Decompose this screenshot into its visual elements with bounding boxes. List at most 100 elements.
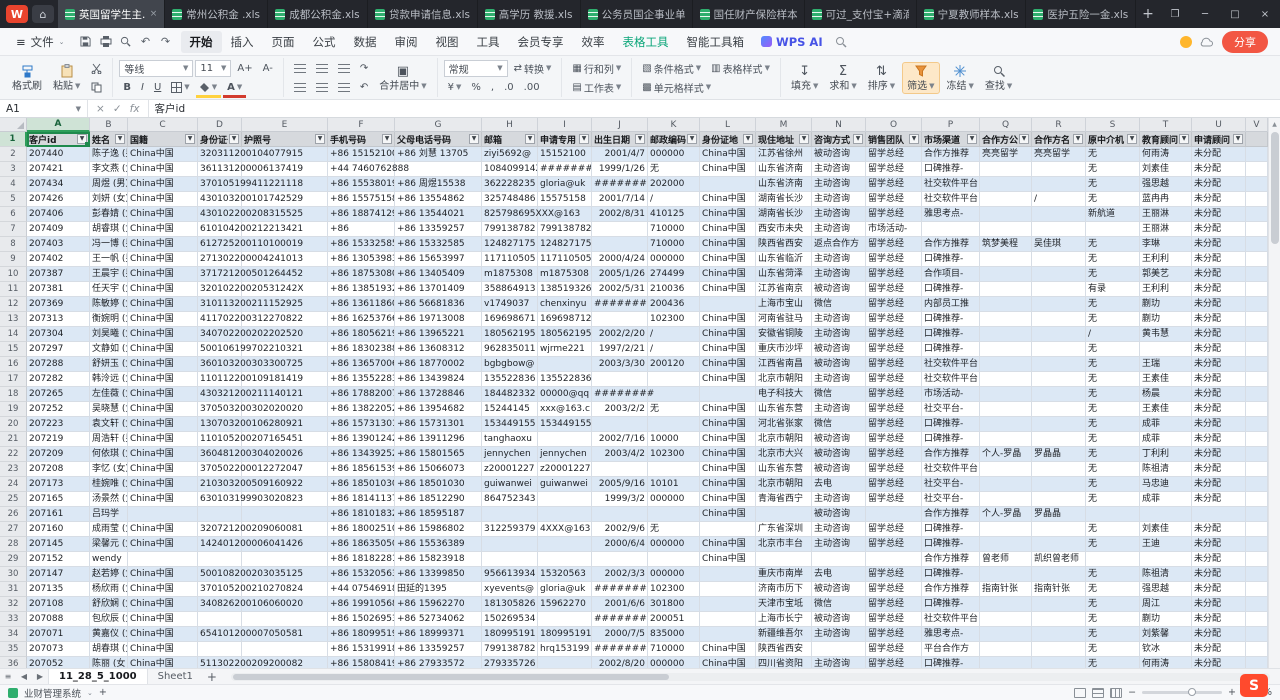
cell[interactable] <box>648 507 700 522</box>
cell[interactable]: 无 <box>1086 372 1140 387</box>
cell[interactable]: 630103199903020823 <box>198 492 242 507</box>
cell[interactable]: 102300 <box>648 447 700 462</box>
cell[interactable]: / <box>648 327 700 342</box>
cell[interactable]: 142401200006041426 <box>198 537 242 552</box>
cell[interactable]: hrq153199 <box>538 642 592 657</box>
cell[interactable]: 180995191 <box>482 627 538 642</box>
cell[interactable]: 710000 <box>648 222 700 237</box>
cell[interactable]: 10000 <box>648 432 700 447</box>
filter-button[interactable]: ▼ <box>743 134 753 144</box>
cell[interactable]: 799138782 <box>482 222 538 237</box>
cell[interactable]: 未分配 <box>1192 537 1246 552</box>
row-header[interactable]: 22 <box>0 447 27 462</box>
cell[interactable]: +86 18182281 <box>328 552 395 567</box>
cell[interactable]: 无 <box>1086 402 1140 417</box>
header-cell[interactable]: 护照号▼ <box>242 132 328 147</box>
cell[interactable]: 吴晓慧 (女 <box>90 402 128 417</box>
align-middle-icon[interactable] <box>312 60 332 77</box>
cell[interactable]: 合作方推荐 <box>922 237 980 252</box>
format-painter-button[interactable]: 格式刷 <box>8 63 46 93</box>
cell[interactable]: 2002/8/20 <box>592 657 648 668</box>
menu-item[interactable]: 审阅 <box>386 31 427 53</box>
cell[interactable]: 15244145 <box>482 402 538 417</box>
cell[interactable] <box>1246 597 1268 612</box>
file-tab[interactable]: 成都公积金.xlsx <box>268 0 368 28</box>
cell[interactable]: 口碑推荐- <box>922 417 980 432</box>
horizontal-scrollbar[interactable] <box>231 673 1270 681</box>
cell[interactable]: 1999/1/26 <box>592 162 648 177</box>
cell[interactable]: 江西省南昌 <box>756 357 812 372</box>
cell[interactable] <box>980 372 1032 387</box>
cell[interactable]: 无 <box>1086 492 1140 507</box>
file-tab[interactable]: 英国留学生主...× <box>58 0 165 28</box>
cell[interactable]: 410125 <box>648 207 700 222</box>
name-box[interactable]: A1 ▼ <box>0 100 88 117</box>
cell[interactable]: 未分配 <box>1192 147 1246 162</box>
cancel-icon[interactable]: × <box>96 103 105 115</box>
cell[interactable]: 2002/3/3 <box>592 567 648 582</box>
cell[interactable]: 000000 <box>648 492 700 507</box>
cell[interactable]: 361131200006137419 <box>198 162 242 177</box>
cell[interactable]: China中国 <box>128 252 198 267</box>
cell[interactable]: 未分配 <box>1192 417 1246 432</box>
cell[interactable]: 梁馨元 (女 <box>90 537 128 552</box>
print-icon[interactable] <box>97 33 115 51</box>
cell[interactable]: 207265 <box>27 387 90 402</box>
cell[interactable]: +86 刘慧 13705 <box>395 147 482 162</box>
cell[interactable] <box>1192 507 1246 522</box>
cell[interactable]: 710000 <box>648 237 700 252</box>
cell[interactable]: guiwanwei <box>482 477 538 492</box>
cell[interactable]: 358864913 <box>482 282 538 297</box>
cell[interactable] <box>482 537 538 552</box>
cell[interactable] <box>1032 267 1086 282</box>
column-header[interactable]: D <box>198 118 242 132</box>
number-format-select[interactable]: 常规▼ <box>444 60 508 77</box>
filter-button[interactable]: ▼ <box>229 134 239 144</box>
maximize-icon[interactable]: □ <box>1220 0 1250 28</box>
cell[interactable]: +86 13728846 <box>395 387 482 402</box>
row-header[interactable]: 2 <box>0 147 27 162</box>
file-tab[interactable]: 国任财产保险样本... <box>693 0 805 28</box>
cell[interactable]: 刘妍 (女) <box>90 192 128 207</box>
cell[interactable]: 广东省深圳 <box>756 522 812 537</box>
cell[interactable]: 口碑推荐- <box>922 567 980 582</box>
cell[interactable] <box>980 402 1032 417</box>
row-header[interactable]: 24 <box>0 477 27 492</box>
find-button[interactable]: 查找▼ <box>981 63 1016 93</box>
cell[interactable] <box>1246 417 1268 432</box>
zoom-slider[interactable] <box>1142 691 1222 694</box>
cell[interactable]: China中国 <box>128 657 198 668</box>
cell[interactable]: China中国 <box>128 582 198 597</box>
cell[interactable]: 无 <box>1086 357 1140 372</box>
menu-item[interactable]: 工具 <box>468 31 509 53</box>
cell[interactable]: +86 19910568 <box>328 597 395 612</box>
cell[interactable]: 李忆 (女) <box>90 462 128 477</box>
cell[interactable]: ######## <box>592 387 648 402</box>
cell[interactable]: 未分配 <box>1192 357 1246 372</box>
cell[interactable]: 去电 <box>812 477 866 492</box>
cell[interactable] <box>1246 342 1268 357</box>
cell[interactable]: China中国 <box>700 312 756 327</box>
cell[interactable]: 2000/6/4 <box>592 537 648 552</box>
cell[interactable]: +86 27933572 <box>395 657 482 668</box>
cell[interactable]: 丁利利 <box>1140 447 1192 462</box>
row-header[interactable]: 4 <box>0 177 27 192</box>
cell[interactable] <box>980 312 1032 327</box>
cell[interactable] <box>1246 447 1268 462</box>
cell[interactable]: 无 <box>1086 462 1140 477</box>
cell[interactable]: +86 15320563 <box>328 567 395 582</box>
cell[interactable]: +86 13965221 <box>395 327 482 342</box>
file-tab[interactable]: 贷款申请信息.xlsx <box>368 0 478 28</box>
cell[interactable] <box>1032 327 1086 342</box>
cell[interactable]: 韩泠远 (女 <box>90 372 128 387</box>
cell[interactable]: China中国 <box>128 492 198 507</box>
row-header[interactable]: 27 <box>0 522 27 537</box>
cell[interactable] <box>1032 417 1086 432</box>
cell[interactable] <box>1246 612 1268 627</box>
cell[interactable]: 2000/4/24 <box>592 252 648 267</box>
filter-button[interactable]: ▼ <box>579 134 589 144</box>
cell[interactable]: 刘紫馨 <box>1140 627 1192 642</box>
cell[interactable]: 370502200012272047 <box>198 462 242 477</box>
cell[interactable]: China中国 <box>128 312 198 327</box>
cell[interactable] <box>980 657 1032 668</box>
